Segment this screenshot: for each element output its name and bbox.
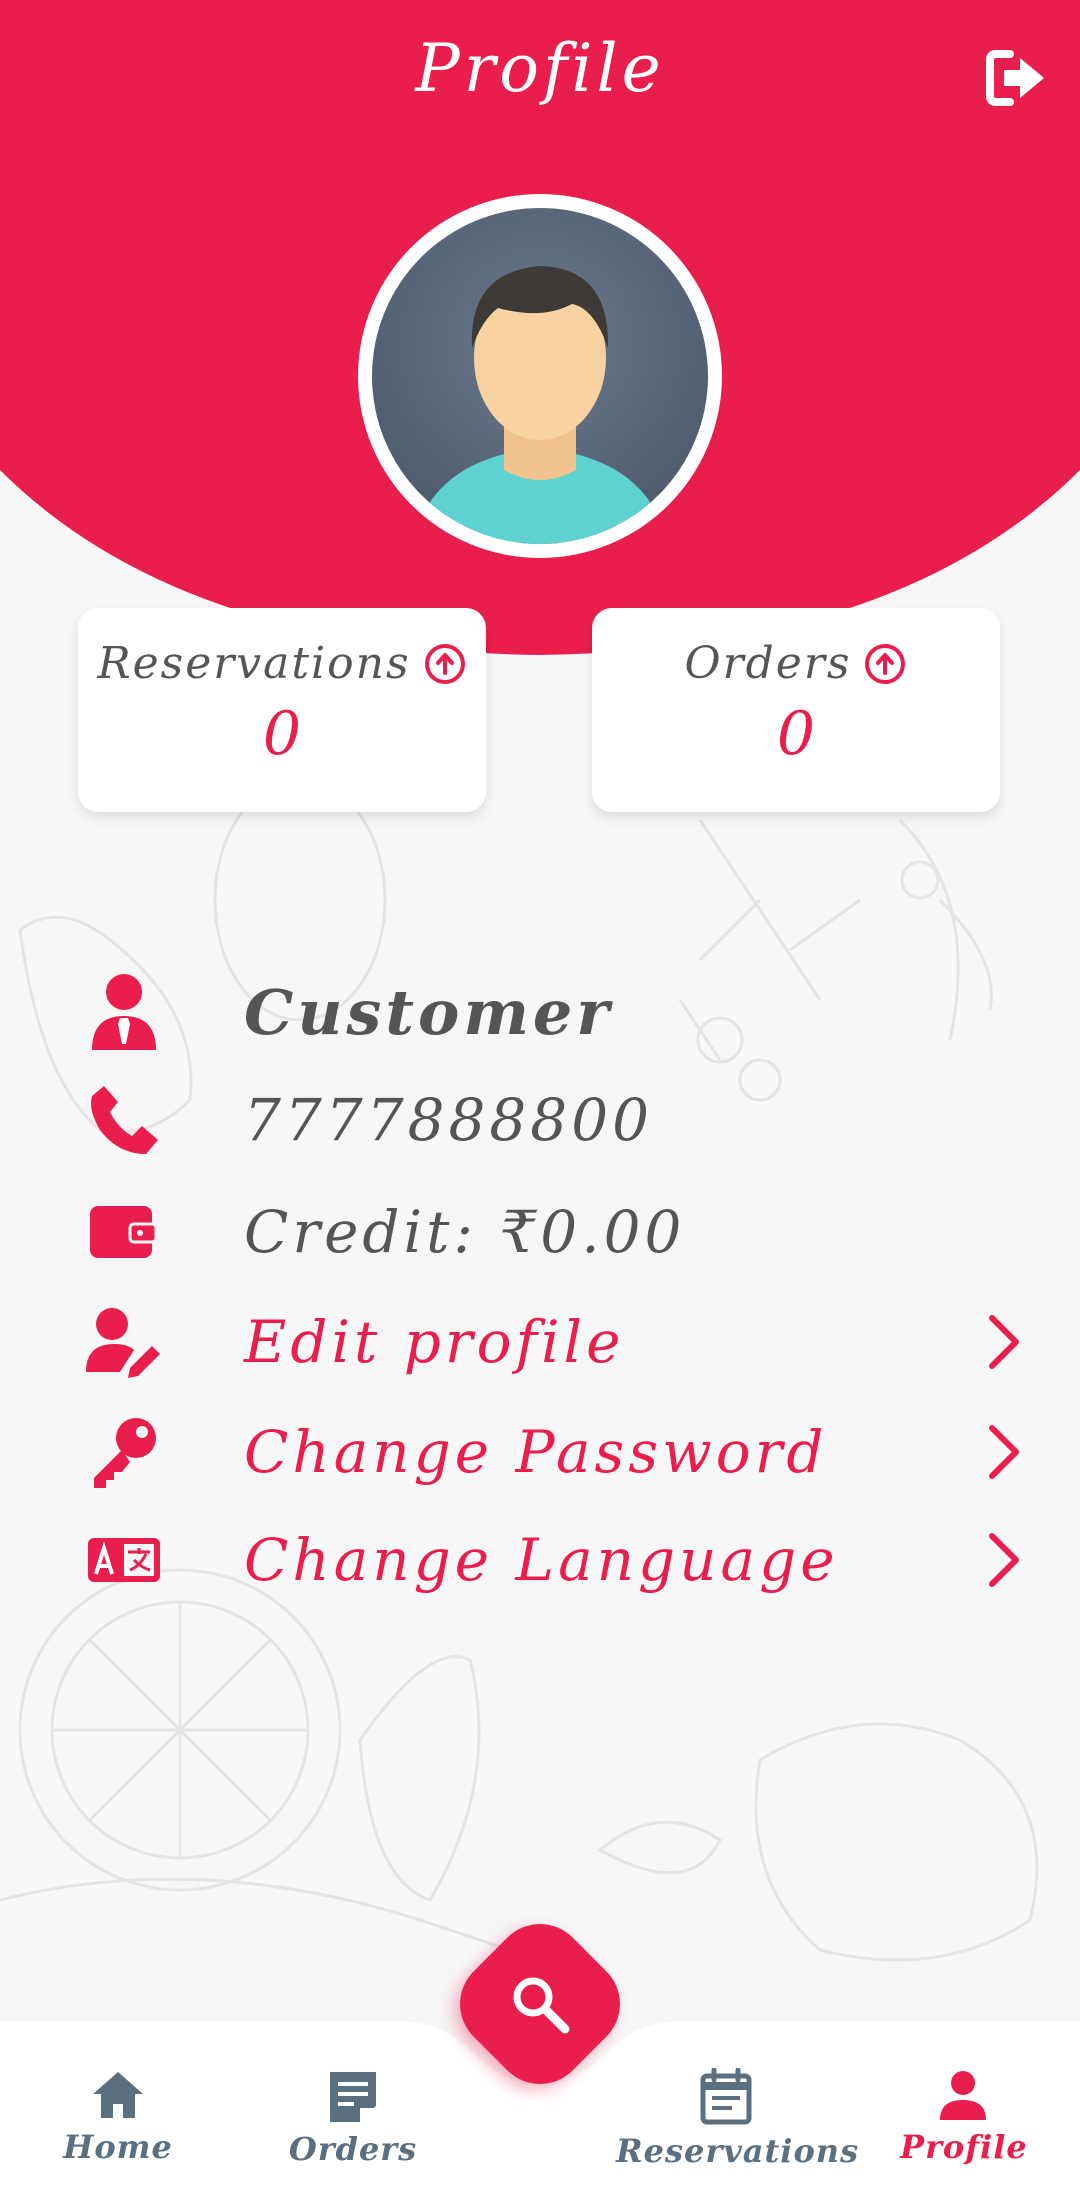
chevron-right-icon — [989, 1533, 1019, 1587]
user-edit-icon — [86, 1308, 160, 1378]
reservations-stat-card[interactable]: Reservations 0 — [78, 608, 486, 812]
avatar[interactable] — [358, 194, 722, 558]
chevron-right-icon — [989, 1425, 1019, 1479]
home-icon — [93, 2072, 143, 2118]
logout-icon[interactable] — [984, 48, 1048, 108]
reservations-stat-label: Reservations — [97, 638, 411, 689]
nav-orders[interactable]: Orders — [288, 2068, 418, 2168]
user-tie-icon — [92, 974, 156, 1050]
nav-reservations[interactable]: Reservations — [616, 2068, 860, 2170]
change-password-link[interactable]: Change Password — [244, 1418, 828, 1486]
phone-icon — [91, 1086, 158, 1154]
customer-name-row: Customer — [0, 962, 1080, 1062]
calendar-icon — [700, 2068, 752, 2125]
search-icon[interactable] — [505, 1969, 575, 2039]
edit-profile-row[interactable]: Edit profile — [0, 1292, 1080, 1392]
arrow-up-circle-icon — [865, 643, 906, 684]
wallet-icon — [90, 1206, 158, 1258]
phone-row: 7777888800 — [0, 1070, 1080, 1170]
phone-number: 7777888800 — [244, 1086, 654, 1154]
person-icon — [940, 2071, 986, 2120]
edit-profile-link[interactable]: Edit profile — [244, 1308, 624, 1376]
nav-reservations-label: Reservations — [616, 2132, 860, 2170]
key-icon — [94, 1418, 156, 1488]
credit-balance: Credit: ₹0.00 — [244, 1198, 686, 1266]
orders-stat-card[interactable]: Orders 0 — [592, 608, 1000, 812]
orders-stat-label: Orders — [684, 638, 852, 689]
nav-home-label: Home — [63, 2128, 173, 2166]
customer-name: Customer — [244, 975, 614, 1049]
change-password-row[interactable]: Change Password — [0, 1402, 1080, 1502]
chevron-right-icon — [989, 1315, 1019, 1369]
nav-profile-label: Profile — [900, 2128, 1028, 2166]
page-title: Profile — [415, 30, 665, 107]
orders-icon — [330, 2072, 376, 2122]
arrow-up-circle-icon — [424, 643, 465, 684]
nav-orders-label: Orders — [288, 2130, 418, 2168]
nav-home[interactable]: Home — [58, 2068, 178, 2166]
nav-profile[interactable]: Profile — [900, 2068, 1028, 2166]
reservations-stat-value: 0 — [262, 699, 302, 769]
user-avatar-image — [372, 208, 708, 544]
change-language-row[interactable]: Change Language — [0, 1510, 1080, 1610]
orders-stat-value: 0 — [776, 699, 816, 769]
credit-row: Credit: ₹0.00 — [0, 1182, 1080, 1282]
language-icon — [88, 1538, 160, 1582]
change-language-link[interactable]: Change Language — [244, 1526, 839, 1594]
